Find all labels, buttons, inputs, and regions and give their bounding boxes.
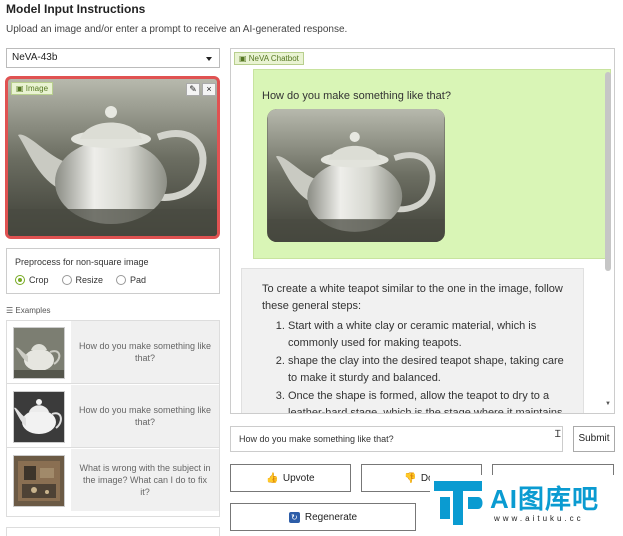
examples-header: ☰ Examples <box>6 306 51 315</box>
panel-edge <box>6 527 220 536</box>
example-thumbnail <box>13 455 65 507</box>
bot-message: To create a white teapot similar to the … <box>241 268 584 413</box>
preprocess-title: Preprocess for non-square image <box>15 257 149 267</box>
watermark-logo <box>434 481 483 525</box>
list-icon: ☰ <box>6 306 16 315</box>
chatbot-panel: ▣ NeVA Chatbot How do you make something… <box>230 48 615 414</box>
radio-resize[interactable] <box>61 275 72 285</box>
preprocess-group: Preprocess for non-square image Crop Res… <box>6 248 220 294</box>
example-row[interactable]: How do you make something like that? <box>7 321 219 384</box>
example-text: What is wrong with the subject in the im… <box>71 449 219 511</box>
regenerate-button[interactable]: ↻ Regenerate <box>230 503 416 531</box>
prompt-input[interactable] <box>230 426 563 452</box>
pencil-icon[interactable]: ✎ <box>186 83 200 96</box>
chatbot-tag-text: NeVA Chatbot <box>248 54 299 63</box>
user-message-image <box>267 109 445 242</box>
example-row[interactable]: What is wrong with the subject in the im… <box>7 449 219 512</box>
bot-steps-list: Start with a white clay or ceramic mater… <box>288 318 565 413</box>
scroll-down-icon[interactable]: ▼ <box>605 401 611 407</box>
scroll-thumb[interactable] <box>605 72 611 271</box>
examples-label: Examples <box>15 306 51 315</box>
model-select[interactable]: NeVA-43b <box>6 48 220 68</box>
page-title: Model Input Instructions <box>6 2 146 16</box>
radio-crop[interactable] <box>15 275 25 285</box>
example-row[interactable]: How do you make something like that? <box>7 385 219 448</box>
radio-pad[interactable] <box>116 275 127 285</box>
watermark-text: AI图库吧 <box>490 484 600 514</box>
example-text: How do you make something like that? <box>71 385 219 447</box>
image-upload-panel[interactable]: ▣ Image ✎ × <box>5 76 220 239</box>
thumbs-up-icon: 👍 <box>266 472 279 484</box>
user-message: How do you make something like that? <box>253 69 611 259</box>
page-subtitle: Upload an image and/or enter a prompt to… <box>6 24 348 35</box>
upvote-button[interactable]: 👍 Upvote <box>230 464 351 492</box>
radio-pad-label[interactable]: Pad <box>130 275 146 285</box>
chevron-down-icon <box>206 57 212 61</box>
model-select-value: NeVA-43b <box>12 52 58 63</box>
user-message-text: How do you make something like that? <box>262 90 451 102</box>
watermark-url: www.aituku.cc <box>494 514 584 523</box>
chat-scrollbar[interactable]: ▼ <box>604 69 611 409</box>
radio-crop-label[interactable]: Crop <box>29 275 49 285</box>
example-text: How do you make something like that? <box>71 321 219 383</box>
bot-step: shape the clay into the desired teapot s… <box>288 353 565 387</box>
upvote-label: Upvote <box>282 472 315 484</box>
thumbs-down-icon: 👎 <box>404 472 417 484</box>
submit-button[interactable]: Submit <box>573 426 615 452</box>
teapot-image <box>8 79 217 236</box>
regenerate-label: Regenerate <box>304 511 358 523</box>
examples-table: How do you make something like that? How… <box>6 320 220 517</box>
bot-step: Once the shape is formed, allow the teap… <box>288 388 565 413</box>
image-label: ▣ Image <box>11 82 54 95</box>
text-cursor-icon: Ɪ <box>555 429 561 440</box>
chatbot-label: ▣ NeVA Chatbot <box>234 52 304 65</box>
refresh-icon: ↻ <box>288 511 300 523</box>
watermark: AI图库吧 www.aituku.cc <box>430 475 620 531</box>
image-tag-text: Image <box>25 84 49 93</box>
image-tag-icon: ▣ <box>16 84 26 93</box>
bot-message-intro: To create a white teapot similar to the … <box>262 283 563 312</box>
bot-step: Start with a white clay or ceramic mater… <box>288 318 565 352</box>
example-thumbnail <box>13 327 65 379</box>
close-icon[interactable]: × <box>202 83 216 96</box>
example-thumbnail <box>13 391 65 443</box>
radio-resize-label[interactable]: Resize <box>76 275 104 285</box>
chat-icon: ▣ <box>239 54 249 63</box>
